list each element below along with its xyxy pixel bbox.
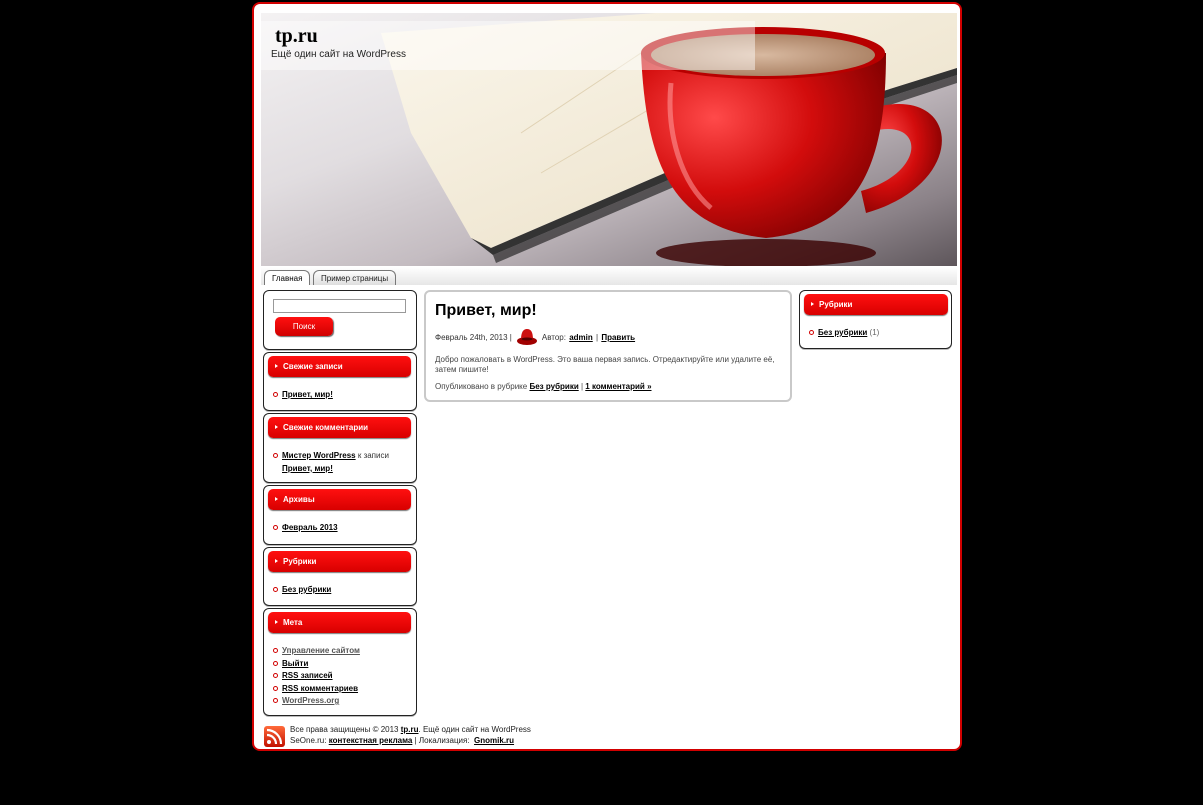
arrow-right-icon bbox=[275, 497, 278, 501]
rss-icon[interactable] bbox=[264, 726, 285, 747]
author-hat-icon bbox=[516, 329, 537, 345]
list-item: Февраль 2013 bbox=[273, 522, 338, 535]
posted-in-label: Опубликовано в рубрике bbox=[435, 382, 528, 391]
list-item: Выйти bbox=[273, 658, 360, 671]
ads-link[interactable]: контекстная реклама bbox=[329, 736, 413, 745]
bullet-icon bbox=[273, 660, 278, 666]
bullet-icon bbox=[273, 392, 278, 397]
rss-posts-link[interactable]: RSS записей bbox=[282, 671, 333, 680]
footer-site-link[interactable]: tp.ru bbox=[401, 725, 419, 734]
search-button[interactable]: Поиск bbox=[275, 317, 333, 336]
recent-posts-widget: Свежие записи Привет, мир! bbox=[263, 352, 417, 411]
footer-text: Все права защищены © 2013 tp.ru. Ещё оди… bbox=[290, 725, 531, 746]
post-date: Февраль 24th, 2013 | bbox=[435, 332, 512, 342]
recent-post-link[interactable]: Привет, мир! bbox=[282, 390, 333, 399]
author-link[interactable]: admin bbox=[569, 333, 593, 342]
site-admin-link[interactable]: Управление сайтом bbox=[282, 646, 360, 655]
footer-credits-line: SeOne.ru: контекстная реклама | Локализа… bbox=[290, 735, 515, 745]
recent-comments-title: Свежие комментарии bbox=[268, 417, 411, 438]
post-body: Добро пожаловать в WordPress. Это ваша п… bbox=[435, 355, 775, 374]
list-item: RSS комментариев bbox=[273, 683, 360, 696]
list-item: Без рубрики (1) bbox=[809, 327, 879, 340]
edit-link[interactable]: Править bbox=[601, 333, 635, 342]
author-prefix: Автор: bbox=[541, 332, 566, 342]
comments-link[interactable]: 1 комментарий » bbox=[585, 382, 651, 391]
localization-link[interactable]: Gnomik.ru bbox=[474, 736, 514, 745]
list-item: WordPress.org bbox=[273, 695, 360, 708]
categories-title: Рубрики bbox=[268, 551, 411, 572]
category-count: (1) bbox=[869, 328, 880, 337]
arrow-right-icon bbox=[275, 364, 278, 368]
bullet-icon bbox=[273, 525, 278, 530]
bullet-icon bbox=[273, 698, 278, 703]
site-title[interactable]: tp.ru bbox=[275, 25, 318, 48]
list-item: Привет, мир! bbox=[273, 389, 333, 402]
list-item: Мистер WordPress к записи Привет, мир! bbox=[273, 450, 411, 475]
list-item: RSS записей bbox=[273, 670, 360, 683]
footer: Все права защищены © 2013 tp.ru. Ещё оди… bbox=[264, 724, 864, 748]
recent-posts-title: Свежие записи bbox=[268, 356, 411, 377]
tab-sample-page[interactable]: Пример страницы bbox=[313, 270, 397, 285]
logout-link[interactable]: Выйти bbox=[282, 659, 308, 668]
recent-comments-widget: Свежие комментарии Мистер WordPress к за… bbox=[263, 413, 417, 483]
page-container: tp.ru Ещё один сайт на WordPress Главная… bbox=[252, 2, 962, 751]
comments-separator: | bbox=[580, 382, 584, 391]
post-meta: Февраль 24th, 2013 | Автор: admin | Прав… bbox=[435, 328, 636, 346]
bullet-icon bbox=[809, 330, 814, 335]
list-item: Управление сайтом bbox=[273, 645, 360, 658]
archives-title: Архивы bbox=[268, 489, 411, 510]
comment-connector: к записи bbox=[357, 451, 389, 460]
arrow-right-icon bbox=[275, 559, 278, 563]
title-overlay bbox=[261, 21, 755, 70]
arrow-right-icon bbox=[275, 425, 278, 429]
list-item: Без рубрики bbox=[273, 584, 331, 597]
rss-comments-link[interactable]: RSS комментариев bbox=[282, 684, 358, 693]
post-card: Привет, мир! Февраль 24th, 2013 | Автор:… bbox=[424, 290, 792, 402]
bullet-icon bbox=[273, 648, 278, 653]
right-categories-title: Рубрики bbox=[804, 294, 948, 315]
search-input[interactable] bbox=[273, 299, 406, 313]
bullet-icon bbox=[273, 453, 278, 458]
search-widget: Поиск bbox=[263, 290, 417, 350]
comment-author-link[interactable]: Мистер WordPress bbox=[282, 451, 356, 460]
site-description: Ещё один сайт на WordPress bbox=[271, 49, 406, 60]
post-title[interactable]: Привет, мир! bbox=[435, 302, 537, 320]
comment-post-link[interactable]: Привет, мир! bbox=[282, 464, 333, 473]
right-category-link[interactable]: Без рубрики bbox=[818, 328, 867, 337]
category-link[interactable]: Без рубрики bbox=[282, 585, 331, 594]
tab-home[interactable]: Главная bbox=[264, 270, 311, 285]
nav-bar: Главная Пример страницы bbox=[261, 267, 957, 285]
post-category-link[interactable]: Без рубрики bbox=[529, 382, 578, 391]
meta-separator: | bbox=[596, 332, 599, 342]
categories-widget: Рубрики Без рубрики bbox=[263, 547, 417, 606]
wordpress-org-link[interactable]: WordPress.org bbox=[282, 696, 339, 705]
post-footer: Опубликовано в рубрике Без рубрики | 1 к… bbox=[435, 382, 652, 391]
footer-rights-line: Все права защищены © 2013 tp.ru. Ещё оди… bbox=[290, 725, 531, 734]
meta-title: Мета bbox=[268, 612, 411, 633]
archive-link[interactable]: Февраль 2013 bbox=[282, 523, 338, 532]
arrow-right-icon bbox=[811, 302, 814, 306]
right-categories-widget: Рубрики Без рубрики (1) bbox=[799, 290, 952, 349]
archives-widget: Архивы Февраль 2013 bbox=[263, 485, 417, 545]
bullet-icon bbox=[273, 685, 278, 691]
meta-widget: Мета Управление сайтом Выйти RSS записей… bbox=[263, 608, 417, 716]
bullet-icon bbox=[273, 587, 278, 592]
header-banner: tp.ru Ещё один сайт на WordPress bbox=[261, 13, 957, 266]
arrow-right-icon bbox=[275, 620, 278, 624]
bullet-icon bbox=[273, 673, 278, 678]
